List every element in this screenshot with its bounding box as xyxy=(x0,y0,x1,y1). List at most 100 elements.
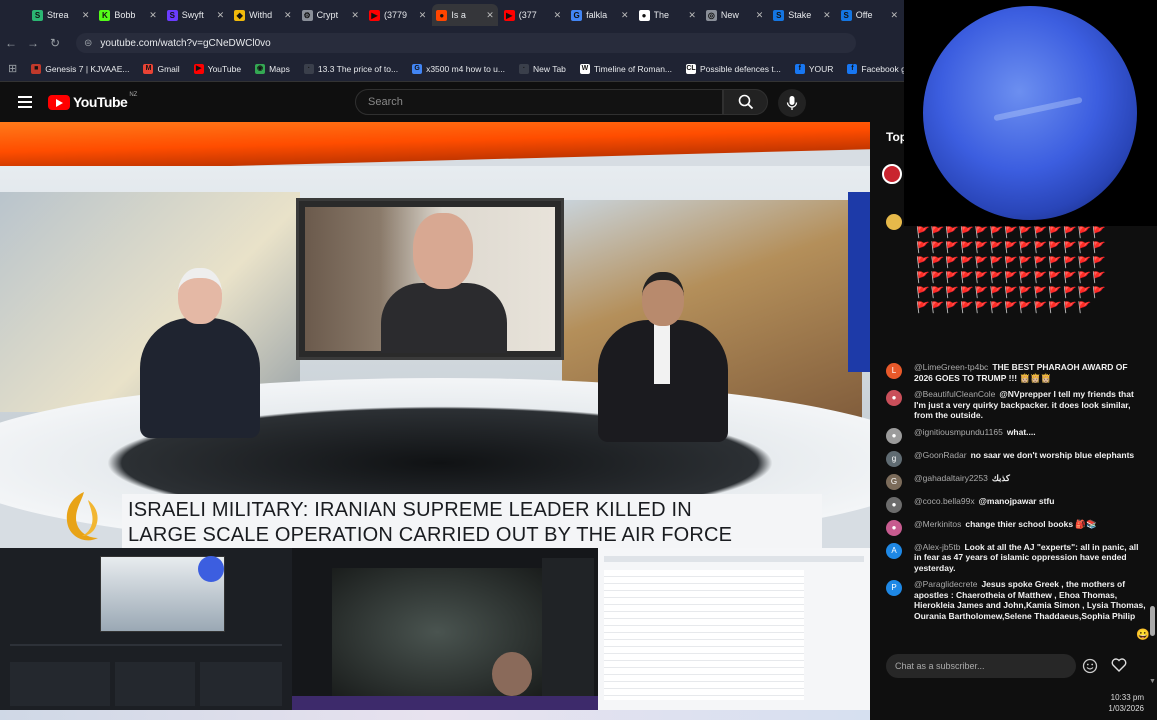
chat-message[interactable]: ● @coco.bella99x @manojpawar stfu xyxy=(886,496,1148,513)
bookmark-item[interactable]: Gx3500 m4 how to u... xyxy=(412,63,505,74)
close-tab-icon[interactable]: ✕ xyxy=(688,10,696,21)
obs-window-preview[interactable] xyxy=(0,548,292,710)
chat-avatar[interactable]: ● xyxy=(886,519,902,536)
browser-tab[interactable]: S Swyft ✕ xyxy=(163,4,228,26)
browser-tab[interactable]: S Strea ✕ xyxy=(28,4,93,26)
close-tab-icon[interactable]: ✕ xyxy=(217,10,225,21)
chat-avatar[interactable]: g xyxy=(886,450,902,467)
al-jazeera-logo xyxy=(66,492,98,541)
chat-username[interactable]: @gahadaltairy2253 xyxy=(914,473,988,483)
chat-username[interactable]: @ignitiousmpundu1165 xyxy=(914,427,1003,437)
browser-tab[interactable]: S Stake ✕ xyxy=(769,4,834,26)
bookmark-item[interactable]: ◉ Maps xyxy=(255,63,290,74)
search-input[interactable]: Search xyxy=(355,89,723,115)
chat-input[interactable]: Chat as a subscriber... xyxy=(886,654,1076,678)
chat-avatar[interactable]: A xyxy=(886,542,902,559)
browser-tab-label: Strea xyxy=(47,10,69,20)
system-clock[interactable]: 10:33 pm 1/03/2026 xyxy=(1080,692,1157,714)
chat-username[interactable]: @GoonRadar xyxy=(914,450,967,460)
forward-icon[interactable]: → xyxy=(22,36,44,50)
chat-username[interactable]: @Alex-jb5tb xyxy=(914,542,960,552)
bookmark-label: x3500 m4 how to u... xyxy=(426,63,505,74)
bookmark-item[interactable]: M Gmail xyxy=(143,63,180,74)
browser-tab[interactable]: ⚙ Crypt ✕ xyxy=(298,4,363,26)
chat-avatar[interactable]: ● xyxy=(886,496,902,513)
chat-message[interactable]: g @GoonRadar no saar we don't worship blue… xyxy=(886,450,1148,467)
bookmark-item[interactable]: · New Tab xyxy=(518,63,566,74)
browser-tab[interactable]: ▶ (3779 ✕ xyxy=(365,4,430,26)
site-info-icon[interactable]: ⊜ xyxy=(84,38,92,49)
chat-username[interactable]: @BeautifulCleanCole xyxy=(914,389,995,399)
youtube-icon: ▶ xyxy=(503,9,515,21)
chat-avatar[interactable]: L xyxy=(886,363,902,379)
video-player[interactable]: ISRAELI MILITARY: IRANIAN SUPREME LEADER… xyxy=(0,122,870,548)
chat-username[interactable]: @LimeGreen-tp4bc xyxy=(914,362,988,372)
browser-tab[interactable]: ● Is a ✕ xyxy=(432,4,498,26)
chat-message-body: @BeautifulCleanCole @NVprepper I tell my … xyxy=(914,389,1148,421)
chat-avatar[interactable]: ● xyxy=(886,427,902,444)
stream-window-preview[interactable] xyxy=(292,548,598,710)
close-tab-icon[interactable]: ✕ xyxy=(351,10,359,21)
youtube-logo[interactable]: YouTube NZ xyxy=(48,92,137,110)
browser-tab-label: Bobb xyxy=(114,10,136,20)
chat-username[interactable]: @Merkinitos xyxy=(914,519,961,529)
browser-tab[interactable]: Gfalkla ✕ xyxy=(567,4,632,26)
bookmark-favicon-icon: f xyxy=(847,63,858,74)
search-icon xyxy=(738,94,753,110)
close-tab-icon[interactable]: ✕ xyxy=(823,10,831,21)
browser-tab-label: falkla xyxy=(586,10,608,20)
close-tab-icon[interactable]: ✕ xyxy=(82,10,90,21)
bookmark-item[interactable]: CL Possible defences t... xyxy=(686,63,781,74)
apps-icon[interactable]: ⊞ xyxy=(8,62,17,75)
chat-username[interactable]: @coco.bella99x xyxy=(914,496,975,506)
bookmark-item[interactable]: f YOUR xyxy=(794,63,833,74)
chat-message[interactable]: A @Alex-jb5tb Look at all the AJ "experts"… xyxy=(886,542,1148,574)
menu-icon[interactable] xyxy=(18,93,32,111)
bookmark-item[interactable]: ▶ YouTube xyxy=(193,63,241,74)
back-icon[interactable]: ← xyxy=(0,36,22,50)
browser-tab[interactable]: ● The ✕ xyxy=(635,4,700,26)
chat-message-body: @ignitiousmpundu1165 what.... xyxy=(914,427,1148,444)
guest-room xyxy=(305,207,555,353)
chat-avatar[interactable]: G xyxy=(886,473,902,490)
clock-date: 1/03/2026 xyxy=(1108,704,1144,713)
url-input[interactable]: ⊜ youtube.com/watch?v=gCNeDWCl0vo xyxy=(76,33,856,53)
chat-username[interactable]: @Paraglidecrete xyxy=(914,579,977,589)
close-tab-icon[interactable]: ✕ xyxy=(486,10,494,21)
spreadsheet-window-preview[interactable] xyxy=(598,548,870,710)
browser-tab[interactable]: ◎ New ✕ xyxy=(702,4,767,26)
bookmark-item[interactable]: ■ Genesis 7 | KJVAAE... xyxy=(31,63,129,74)
browser-tab-label: Withd xyxy=(249,10,273,20)
bookmark-item[interactable]: fFacebook green xyxy=(847,63,904,74)
close-tab-icon[interactable]: ✕ xyxy=(554,10,562,21)
bookmark-item[interactable]: · 13.3 The price of to... xyxy=(303,63,398,74)
bookmark-item[interactable]: W Timeline of Roman... xyxy=(579,63,672,74)
heart-icon[interactable] xyxy=(1110,656,1128,674)
browser-tab[interactable]: K Bobb ✕ xyxy=(95,4,160,26)
chat-message[interactable]: ● @ignitiousmpundu1165 what.... xyxy=(886,427,1148,444)
search-button[interactable] xyxy=(723,89,768,115)
chat-avatar[interactable]: P xyxy=(886,580,902,596)
chat-scroll-thumb[interactable] xyxy=(1150,606,1155,636)
scroll-down-arrow-icon[interactable]: ▼ xyxy=(1149,678,1156,685)
chat-message[interactable]: ● @BeautifulCleanCole @NVprepper I tell my… xyxy=(886,389,1148,421)
kick-icon: K xyxy=(99,9,111,21)
emoji-picker-icon[interactable] xyxy=(1082,658,1098,674)
chat-message[interactable]: G @gahadaltairy2253 كذبك xyxy=(886,473,1148,490)
close-tab-icon[interactable]: ✕ xyxy=(756,10,764,21)
close-tab-icon[interactable]: ✕ xyxy=(284,10,292,21)
close-tab-icon[interactable]: ✕ xyxy=(419,10,427,21)
voice-search-button[interactable] xyxy=(778,89,806,117)
close-tab-icon[interactable]: ✕ xyxy=(621,10,629,21)
close-tab-icon[interactable]: ✕ xyxy=(149,10,157,21)
chat-avatar[interactable]: ● xyxy=(886,390,902,406)
chat-message[interactable]: L @LimeGreen-tp4bc THE BEST PHARAOH AWARD … xyxy=(886,362,1148,383)
browser-tab[interactable]: ▶ (377 ✕ xyxy=(500,4,565,26)
chat-message[interactable]: P @Paraglidecrete Jesus spoke Greek , the … xyxy=(886,579,1148,621)
browser-tab[interactable]: ◆ Withd ✕ xyxy=(230,4,295,26)
reload-icon[interactable]: ↻ xyxy=(44,36,66,50)
chat-message[interactable]: ● @Merkinitos change thier school books 🎒📚 xyxy=(886,519,1148,536)
chat-scrollbar[interactable] xyxy=(1150,226,1155,646)
browser-tab[interactable]: S Offe ✕ xyxy=(837,4,902,26)
close-tab-icon[interactable]: ✕ xyxy=(891,10,899,21)
